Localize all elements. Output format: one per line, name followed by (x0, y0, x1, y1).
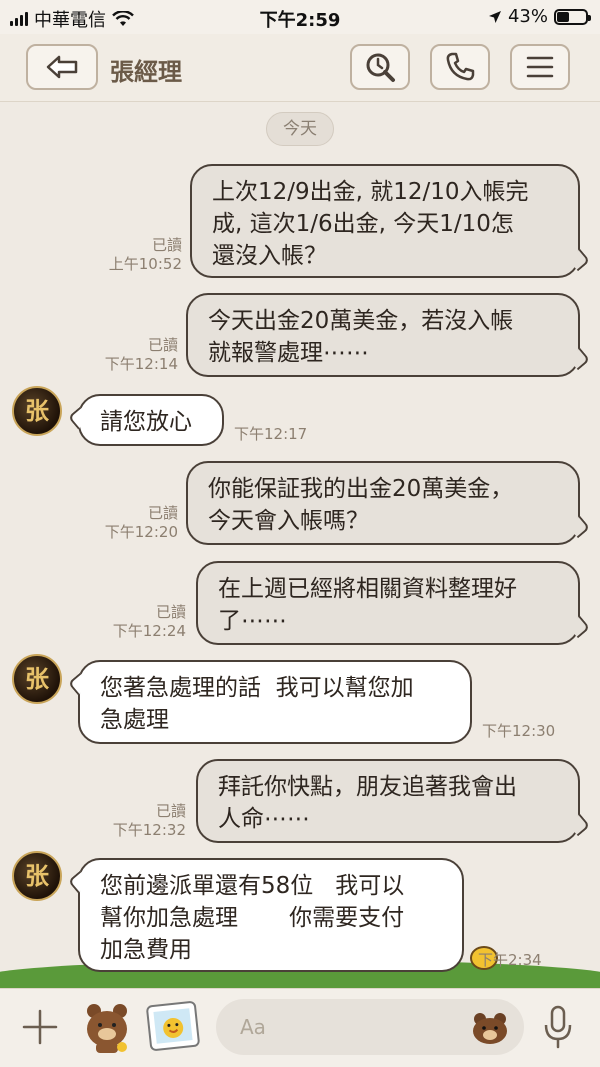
message-meta: 已讀 下午12:24 (96, 603, 186, 641)
message-time: 下午12:24 (112, 622, 186, 640)
location-icon (488, 10, 501, 23)
contact-avatar[interactable]: 张 (12, 851, 62, 901)
outgoing-message[interactable]: 在上週已經將相關資料整理好 了⋯⋯ (196, 561, 580, 645)
read-receipt: 已讀 (151, 236, 182, 254)
message-time: 下午12:32 (112, 821, 186, 839)
input-bar: Aa (0, 988, 600, 1067)
message-time: 下午12:30 (482, 722, 556, 740)
outgoing-message[interactable]: 上次12/9出金, 就12/10入帳完 成, 這次1/6出金, 今天1/10怎 … (190, 164, 580, 278)
battery-icon (554, 8, 591, 25)
battery-level (557, 11, 570, 22)
message-time: 下午12:17 (234, 425, 308, 443)
message-time: 下午2:34 (478, 951, 542, 969)
message-meta: 已讀 下午12:20 (86, 504, 178, 542)
outgoing-message[interactable]: 今天出金20萬美金，若沒入帳 就報警處理⋯⋯ (186, 293, 580, 377)
date-separator: 今天 (266, 112, 334, 146)
status-bar: 中華電信 下午2:59 43% (0, 0, 600, 34)
read-receipt: 已讀 (147, 336, 178, 354)
bear-sticker-icon[interactable] (82, 1001, 132, 1053)
phone-icon (446, 52, 475, 81)
message-time: 下午12:14 (104, 355, 178, 373)
emoji-icon[interactable] (472, 1011, 508, 1045)
plus-icon[interactable] (22, 1009, 58, 1045)
chat-title: 張經理 (110, 58, 182, 86)
contact-avatar[interactable]: 张 (12, 654, 62, 704)
menu-button[interactable] (510, 44, 570, 90)
back-button[interactable] (26, 44, 98, 90)
incoming-message[interactable]: 您前邊派單還有58位 我可以 幫你加急處理 你需要支付 加急費用 (78, 858, 464, 972)
back-arrow-icon (46, 55, 78, 79)
message-meta: 已讀 上午10:52 (90, 236, 182, 274)
battery-percent: 43% (507, 6, 548, 27)
search-icon (366, 53, 395, 82)
search-button[interactable] (350, 44, 410, 90)
contact-avatar[interactable]: 张 (12, 386, 62, 436)
menu-icon (526, 56, 554, 78)
outgoing-message[interactable]: 你能保証我的出金20萬美金， 今天會入帳嗎？ (186, 461, 580, 545)
photo-sticker-icon (153, 1008, 193, 1044)
call-button[interactable] (430, 44, 490, 90)
incoming-message[interactable]: 您著急處理的話 我可以幫您加 急處理 (78, 660, 472, 744)
message-time: 上午10:52 (108, 255, 182, 273)
message-meta: 已讀 下午12:14 (86, 336, 178, 374)
status-right: 43% (488, 6, 591, 27)
incoming-message[interactable]: 請您放心 (78, 394, 224, 446)
read-receipt: 已讀 (155, 603, 186, 621)
outgoing-message[interactable]: 拜託你快點，朋友追著我會出 人命⋯⋯ (196, 759, 580, 843)
read-receipt: 已讀 (147, 504, 178, 522)
message-time: 下午12:20 (104, 523, 178, 541)
read-receipt: 已讀 (155, 802, 186, 820)
message-meta: 已讀 下午12:32 (96, 802, 186, 840)
chat-header: 張經理 (0, 34, 600, 102)
microphone-icon[interactable] (542, 1005, 574, 1049)
photo-sticker-button[interactable] (145, 1000, 201, 1052)
